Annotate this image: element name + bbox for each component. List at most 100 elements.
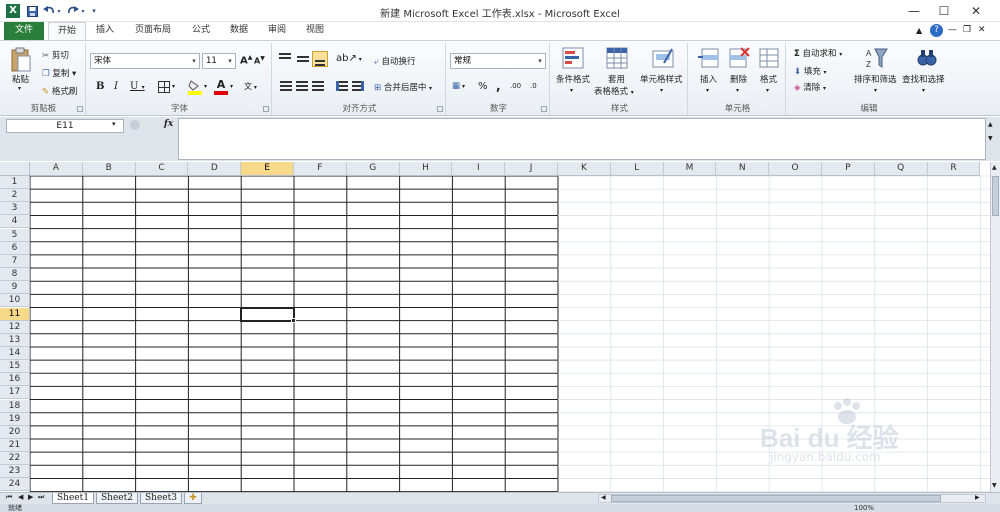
row-header-12[interactable]: 12 [0, 320, 30, 334]
tab-view[interactable]: 视图 [298, 22, 332, 40]
select-all-button[interactable] [0, 162, 30, 176]
row-header-8[interactable]: 8 [0, 268, 30, 282]
border-dropdown-icon[interactable]: ▾ [172, 83, 175, 90]
workbook-close-button[interactable]: ✕ [978, 25, 986, 35]
column-header-O[interactable]: O [769, 162, 822, 176]
tab-home[interactable]: 开始 [48, 22, 86, 40]
increase-indent-icon[interactable] [352, 81, 364, 91]
row-header-9[interactable]: 9 [0, 281, 30, 295]
paste-button[interactable]: 粘贴 [12, 73, 29, 85]
ribbon-minimize-icon[interactable]: ▲ [916, 26, 922, 35]
column-header-R[interactable]: R [927, 162, 981, 176]
column-header-L[interactable]: L [610, 162, 664, 176]
paste-icon[interactable] [10, 47, 32, 73]
align-right-icon[interactable] [312, 81, 324, 91]
fill-color-dropdown-icon[interactable]: ▾ [204, 83, 207, 90]
last-sheet-icon[interactable]: ⏭ [38, 493, 44, 502]
find-select-dropdown-icon[interactable]: ▾ [922, 87, 925, 94]
row-header-3[interactable]: 3 [0, 202, 30, 216]
paste-dropdown-icon[interactable]: ▾ [18, 85, 21, 92]
row-header-1[interactable]: 1 [0, 176, 30, 189]
insert-cells-icon[interactable] [698, 47, 720, 69]
increase-decimal-button[interactable]: .00 [510, 82, 521, 90]
column-header-N[interactable]: N [716, 162, 770, 176]
row-header-16[interactable]: 16 [0, 373, 30, 387]
scroll-thumb[interactable] [992, 176, 999, 216]
row-header-24[interactable]: 24 [0, 478, 30, 492]
cell-styles-dropdown-icon[interactable]: ▾ [660, 87, 663, 94]
delete-dropdown-icon[interactable]: ▾ [736, 87, 739, 94]
zoom-level[interactable]: 100% [854, 504, 874, 512]
font-launcher-icon[interactable] [263, 106, 269, 112]
column-header-I[interactable]: I [452, 162, 506, 176]
help-icon[interactable]: ? [930, 24, 943, 37]
column-header-P[interactable]: P [822, 162, 875, 176]
hscroll-right-icon[interactable]: ▶ [975, 494, 980, 501]
format-dropdown-icon[interactable]: ▾ [766, 87, 769, 94]
sheet-tab-1[interactable]: Sheet1 [52, 493, 94, 504]
increase-font-button[interactable]: A▲ [240, 54, 252, 66]
autosum-button[interactable]: Σ 自动求和 ▾ [794, 47, 842, 59]
decrease-decimal-button[interactable]: .0 [530, 82, 537, 90]
percent-button[interactable]: % [478, 81, 488, 92]
row-header-18[interactable]: 18 [0, 399, 30, 413]
format-cells-icon[interactable] [758, 47, 780, 69]
sheet-tab-3[interactable]: Sheet3 [140, 493, 182, 504]
find-select-icon[interactable] [916, 47, 938, 69]
align-middle-icon[interactable] [296, 53, 310, 65]
row-header-5[interactable]: 5 [0, 228, 30, 242]
font-size-combo[interactable]: 11 ▾ [202, 53, 236, 69]
comma-button[interactable]: , [496, 79, 501, 93]
decrease-indent-icon[interactable] [336, 81, 348, 91]
row-header-4[interactable]: 4 [0, 215, 30, 229]
row-header-2[interactable]: 2 [0, 189, 30, 203]
tab-page-layout[interactable]: 页面布局 [126, 22, 180, 40]
row-header-11[interactable]: 11 [0, 307, 30, 321]
formula-expand-icon[interactable]: ▲ ▼ [988, 121, 993, 142]
alignment-launcher-icon[interactable] [437, 106, 443, 112]
align-bottom-icon[interactable] [312, 51, 328, 67]
phonetic-button[interactable]: 文 ▾ [244, 81, 257, 92]
row-header-21[interactable]: 21 [0, 439, 30, 452]
column-header-J[interactable]: J [505, 162, 558, 176]
horizontal-scrollbar[interactable]: ◀ ▶ [598, 494, 986, 503]
tab-file[interactable]: 文件 [4, 22, 44, 40]
copy-button[interactable]: ❐ 复制 ▾ [42, 67, 76, 79]
tab-review[interactable]: 审阅 [260, 22, 294, 40]
tab-formulas[interactable]: 公式 [184, 22, 218, 40]
fill-color-icon[interactable] [188, 79, 202, 95]
orientation-button[interactable]: ab↗ ▾ [336, 53, 362, 64]
column-header-M[interactable]: M [663, 162, 717, 176]
column-header-A[interactable]: A [30, 162, 83, 176]
scroll-up-icon[interactable]: ▲ [992, 164, 997, 171]
formula-input[interactable] [178, 118, 986, 160]
align-top-icon[interactable] [278, 53, 292, 65]
align-center-icon[interactable] [296, 81, 308, 91]
format-button[interactable]: 格式 [760, 73, 777, 85]
prev-sheet-icon[interactable]: ◀ [18, 493, 23, 501]
insert-function-button[interactable]: fx [164, 119, 173, 129]
format-painter-button[interactable]: ✎ 格式刷 [42, 85, 77, 97]
find-select-button[interactable]: 查找和选择 [902, 73, 945, 85]
row-header-19[interactable]: 19 [0, 412, 30, 426]
hscroll-left-icon[interactable]: ◀ [601, 494, 606, 501]
row-header-14[interactable]: 14 [0, 346, 30, 360]
vertical-scrollbar[interactable]: ▲ ▼ [990, 162, 1000, 492]
column-header-G[interactable]: G [346, 162, 400, 176]
insert-sheet-icon[interactable]: ✚ [184, 493, 202, 504]
row-header-20[interactable]: 20 [0, 425, 30, 439]
conditional-format-icon[interactable] [562, 47, 584, 69]
merge-center-button[interactable]: ⊞ 合并后居中 ▾ [374, 81, 432, 93]
maximize-button[interactable]: ☐ [930, 2, 958, 20]
name-box-dropdown-icon[interactable]: ▾ [112, 120, 116, 128]
fill-button[interactable]: ⬇ 填充 ▾ [794, 65, 827, 77]
column-header-E[interactable]: E [241, 162, 294, 176]
workbook-restore-button[interactable]: ❐ [963, 25, 971, 35]
clear-button[interactable]: ◈ 清除 ▾ [794, 81, 826, 93]
column-header-B[interactable]: B [82, 162, 136, 176]
accounting-format-button[interactable]: ▦ ▾ [452, 81, 465, 91]
scroll-down-icon[interactable]: ▼ [992, 482, 997, 489]
clipboard-launcher-icon[interactable] [77, 106, 83, 112]
insert-button[interactable]: 插入 [700, 73, 717, 85]
row-header-23[interactable]: 23 [0, 465, 30, 479]
